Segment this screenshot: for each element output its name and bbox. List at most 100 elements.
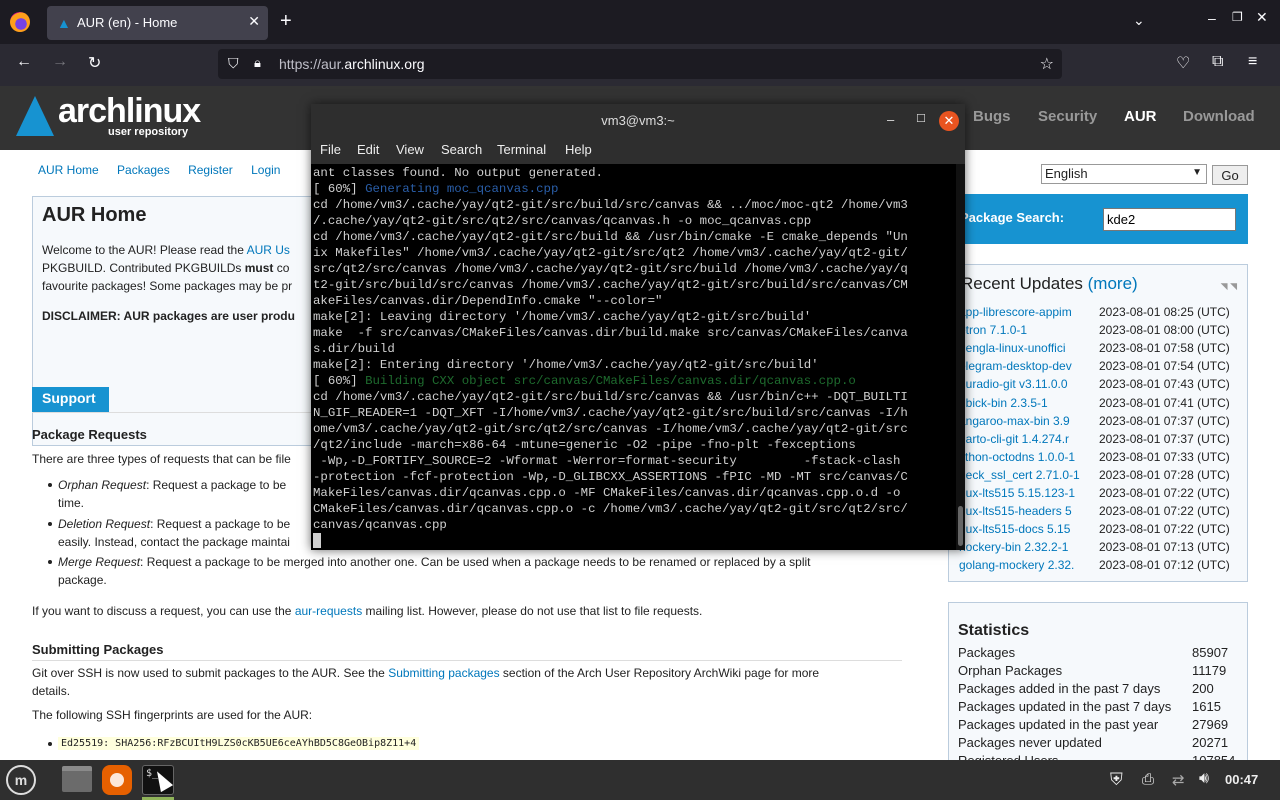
terminal-line: t2-git/src/build/src/canvas /home/vm3/.c… [313, 277, 908, 293]
bookmark-star-icon[interactable]: ☆ [1040, 54, 1054, 74]
aur-requests-link[interactable]: aur-requests [295, 604, 362, 618]
menu-help[interactable]: Help [565, 142, 592, 157]
terminal-line: /.cache/yay/qt2-git/src/qt2/src/canvas/q… [313, 213, 811, 229]
minimize-icon[interactable]: – [1208, 10, 1216, 26]
terminal-line-text: CMakeFiles/canvas.dir/qcanvas.cpp.o -c /… [313, 502, 908, 516]
aur-user-guidelines-link[interactable]: AUR Us [247, 243, 290, 257]
update-package-link[interactable]: ubick-bin 2.3.5-1 [959, 396, 1093, 410]
back-icon[interactable]: ← [16, 53, 32, 71]
taskbar: m $_ ⛨ ⎙ ⇄ 🔊︎ 00:47 [0, 760, 1280, 800]
nav-download[interactable]: Download [1183, 108, 1255, 125]
firefox-icon[interactable] [10, 12, 30, 32]
new-tab-icon[interactable]: + [280, 10, 292, 32]
updates-more-link[interactable]: (more) [1088, 274, 1138, 293]
deletion-text: : Request a package to be [150, 517, 291, 531]
printer-icon[interactable]: ⎙ [1142, 771, 1154, 788]
update-package-link[interactable]: etron 7.1.0-1 [959, 323, 1093, 337]
volume-icon[interactable]: 🔊︎ [1199, 770, 1209, 788]
language-go-button[interactable]: Go [1212, 165, 1248, 185]
menu-icon[interactable]: ≡ [1248, 53, 1257, 71]
welcome-line1: Welcome to the AUR! Please read the [42, 243, 247, 257]
pocket-icon[interactable]: ♡ [1176, 53, 1190, 73]
terminal-window[interactable]: vm3@vm3:~ – ☐ ✕ File Edit View Search Te… [311, 104, 965, 550]
terminal-titlebar[interactable]: vm3@vm3:~ – ☐ ✕ [311, 104, 965, 138]
update-row: hengla-linux-unoffici 2023-08-01 07:58 (U… [959, 341, 1244, 359]
menu-edit[interactable]: Edit [357, 142, 379, 157]
menu-file[interactable]: File [320, 142, 341, 157]
terminal-line: -Wp,-D_FORTIFY_SOURCE=2 -Wformat -Werror… [313, 453, 900, 469]
update-package-link[interactable]: uarto-cli-git 1.4.274.r [959, 432, 1093, 446]
arch-logo-icon [16, 96, 54, 136]
forward-icon[interactable]: → [52, 53, 68, 71]
bullet [48, 522, 52, 526]
maximize-icon[interactable]: ☐ [916, 112, 926, 125]
deletion-label: Deletion Request [58, 517, 151, 531]
update-package-link[interactable]: elegram-desktop-dev [959, 359, 1093, 373]
update-package-link[interactable]: angaroo-max-bin 3.9 [959, 414, 1093, 428]
update-package-link[interactable]: nux-lts515 5.15.123-1 [959, 486, 1093, 500]
rss-icon[interactable]: ◥ ◥ [1221, 281, 1237, 292]
update-package-link[interactable]: app-librescore-appim [959, 305, 1093, 319]
minimize-icon[interactable]: – [887, 112, 894, 127]
network-icon[interactable]: ⇄ [1172, 771, 1185, 789]
nav-bugs[interactable]: Bugs [973, 108, 1011, 125]
files-icon[interactable] [62, 766, 92, 792]
stat-value: 107854 [1192, 753, 1235, 760]
terminal-scrollbar[interactable] [956, 164, 965, 550]
url-text[interactable]: https://aur.archlinux.org [279, 56, 425, 72]
extensions-icon[interactable]: ⧉ [1212, 53, 1223, 71]
update-package-link[interactable]: nux-lts515-docs 5.15 [959, 522, 1093, 536]
link-packages[interactable]: Packages [117, 163, 170, 177]
maximize-icon[interactable]: ❐ [1232, 10, 1243, 24]
terminal-line-text: MakeFiles/canvas.dir/qcanvas.cpp.o -MF C… [313, 486, 901, 500]
terminal-output[interactable]: ant classes found. No output generated.[… [313, 164, 953, 550]
update-package-link[interactable]: nockery-bin 2.32.2-1 [959, 540, 1093, 554]
chevron-down-icon[interactable]: ⌄ [1133, 12, 1145, 29]
stat-row: Packages 85907 [958, 645, 1243, 663]
nav-security[interactable]: Security [1038, 108, 1097, 125]
discuss-a: If you want to discuss a request, you ca… [32, 604, 295, 618]
update-date: 2023-08-01 07:22 (UTC) [1099, 504, 1230, 519]
link-login[interactable]: Login [251, 163, 280, 177]
close-icon[interactable]: ✕ [939, 111, 959, 131]
menu-terminal[interactable]: Terminal [497, 142, 546, 157]
submitting-packages-link[interactable]: Submitting packages [388, 666, 499, 680]
update-row: elegram-desktop-dev 2023-08-01 07:54 (UTC… [959, 359, 1244, 377]
firefox-icon[interactable] [102, 765, 132, 795]
update-package-link[interactable]: heck_ssl_cert 2.71.0-1 [959, 468, 1093, 482]
shield-icon[interactable]: ⛨ [1110, 770, 1123, 790]
language-select[interactable]: English ▼ [1041, 164, 1207, 184]
shield-icon[interactable]: ⛉ [228, 55, 239, 72]
update-package-link[interactable]: golang-mockery 2.32. [959, 558, 1093, 572]
terminal-line-text: make[2]: Entering directory '/home/vm3/.… [313, 358, 819, 372]
menu-view[interactable]: View [396, 142, 424, 157]
update-package-link[interactable]: nuradio-git v3.11.0.0 [959, 377, 1093, 391]
clock[interactable]: 00:47 [1225, 772, 1258, 787]
mint-menu-icon[interactable]: m [6, 765, 36, 795]
orphan-request-item: Orphan Request: Request a package to be [58, 476, 286, 494]
url-bar[interactable]: ⛉ 🔒︎ https://aur.archlinux.org ☆ [218, 49, 1062, 79]
package-search-input[interactable]: kde2 [1103, 208, 1236, 231]
close-icon[interactable]: ✕ [1256, 9, 1268, 26]
package-search-label: Package Search: [960, 210, 1065, 225]
tab-aur-home[interactable]: ▲ AUR (en) - Home ✕ [47, 6, 268, 40]
update-package-link[interactable]: nux-lts515-headers 5 [959, 504, 1093, 518]
update-package-link[interactable]: ython-octodns 1.0.0-1 [959, 450, 1093, 464]
nav-aur[interactable]: AUR [1124, 108, 1157, 125]
reload-icon[interactable]: ↻ [88, 53, 101, 73]
scrollbar-thumb[interactable] [958, 506, 963, 546]
update-package-link[interactable]: hengla-linux-unoffici [959, 341, 1093, 355]
merge-label: Merge Request [58, 555, 141, 569]
link-register[interactable]: Register [188, 163, 233, 177]
lock-icon[interactable]: 🔒︎ [254, 55, 261, 71]
support-heading: Support [32, 387, 109, 412]
updates-title-text: Recent Updates [961, 274, 1088, 293]
update-row: nockery-bin 2.32.2-1 2023-08-01 07:13 (UT… [959, 540, 1244, 558]
tab-close-icon[interactable]: ✕ [248, 13, 260, 30]
update-row: uarto-cli-git 1.4.274.r 2023-08-01 07:37 … [959, 432, 1244, 450]
update-date: 2023-08-01 07:22 (UTC) [1099, 522, 1230, 537]
link-aur-home[interactable]: AUR Home [38, 163, 99, 177]
terminal-line: src/qt2/src/canvas /home/vm3/.cache/yay/… [313, 261, 908, 277]
terminal-line-text: make -f src/canvas/CMakeFiles/canvas.dir… [313, 326, 908, 340]
menu-search[interactable]: Search [441, 142, 482, 157]
